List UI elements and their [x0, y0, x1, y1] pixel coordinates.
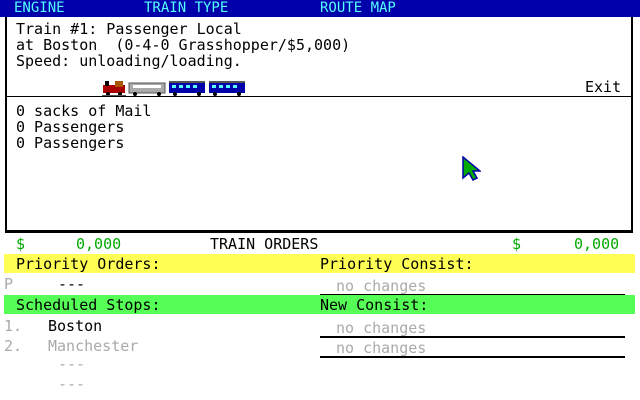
cargo-item: 0 Passengers: [16, 134, 125, 152]
stop-name[interactable]: ---: [58, 356, 85, 372]
stop-name[interactable]: Boston: [48, 318, 102, 334]
scheduled-stops-header[interactable]: Scheduled Stops:: [16, 297, 161, 313]
mouse-cursor-icon: [462, 156, 481, 181]
divider: [320, 356, 625, 358]
priority-order-value[interactable]: ---: [58, 276, 85, 292]
money-right-value: 0,000: [574, 235, 620, 253]
train-name: Train #1: Passenger Local: [16, 20, 242, 38]
menu-engine[interactable]: ENGINE: [14, 0, 65, 16]
priority-marker: P: [4, 275, 14, 293]
stop-number: 2.: [4, 337, 23, 355]
money-left-symbol: $: [16, 235, 26, 253]
menu-route-map[interactable]: ROUTE MAP: [320, 0, 396, 16]
menu-bar: ENGINE TRAIN TYPE ROUTE MAP: [0, 0, 640, 17]
train-info-panel: Train #1: Passenger Local at Boston (0-4…: [5, 17, 633, 98]
exit-button[interactable]: Exit: [585, 79, 621, 95]
stop-name[interactable]: Manchester: [48, 338, 138, 354]
train-consist-icon[interactable]: [101, 79, 251, 97]
locomotive-icon: [102, 81, 126, 96]
train-location: at Boston (0-4-0 Grasshopper/$5,000): [16, 36, 351, 54]
cargo-item: 0 sacks of Mail: [16, 102, 152, 120]
money-left-value: 0,000: [76, 235, 122, 253]
priority-consist-header[interactable]: Priority Consist:: [320, 256, 474, 272]
passenger-car-icon: [169, 81, 205, 96]
priority-consist-value[interactable]: no changes: [336, 278, 426, 294]
mail-car-icon: [128, 82, 166, 96]
section-title: TRAIN ORDERS: [210, 235, 319, 253]
divider: [320, 336, 625, 338]
new-consist-value[interactable]: no changes: [336, 340, 426, 356]
new-consist-header[interactable]: New Consist:: [320, 297, 428, 313]
priority-orders-header[interactable]: Priority Orders:: [16, 256, 161, 272]
menu-train-type[interactable]: TRAIN TYPE: [144, 0, 228, 16]
money-right-symbol: $: [512, 235, 522, 253]
stop-name[interactable]: ---: [58, 376, 85, 392]
new-consist-value[interactable]: no changes: [336, 320, 426, 336]
cargo-item: 0 Passengers: [16, 118, 125, 136]
train-speed: Speed: unloading/loading.: [16, 52, 242, 70]
cargo-panel: 0 sacks of Mail 0 Passengers 0 Passenger…: [5, 97, 633, 233]
stop-number: 1.: [4, 317, 23, 335]
passenger-car-icon: [209, 81, 245, 96]
